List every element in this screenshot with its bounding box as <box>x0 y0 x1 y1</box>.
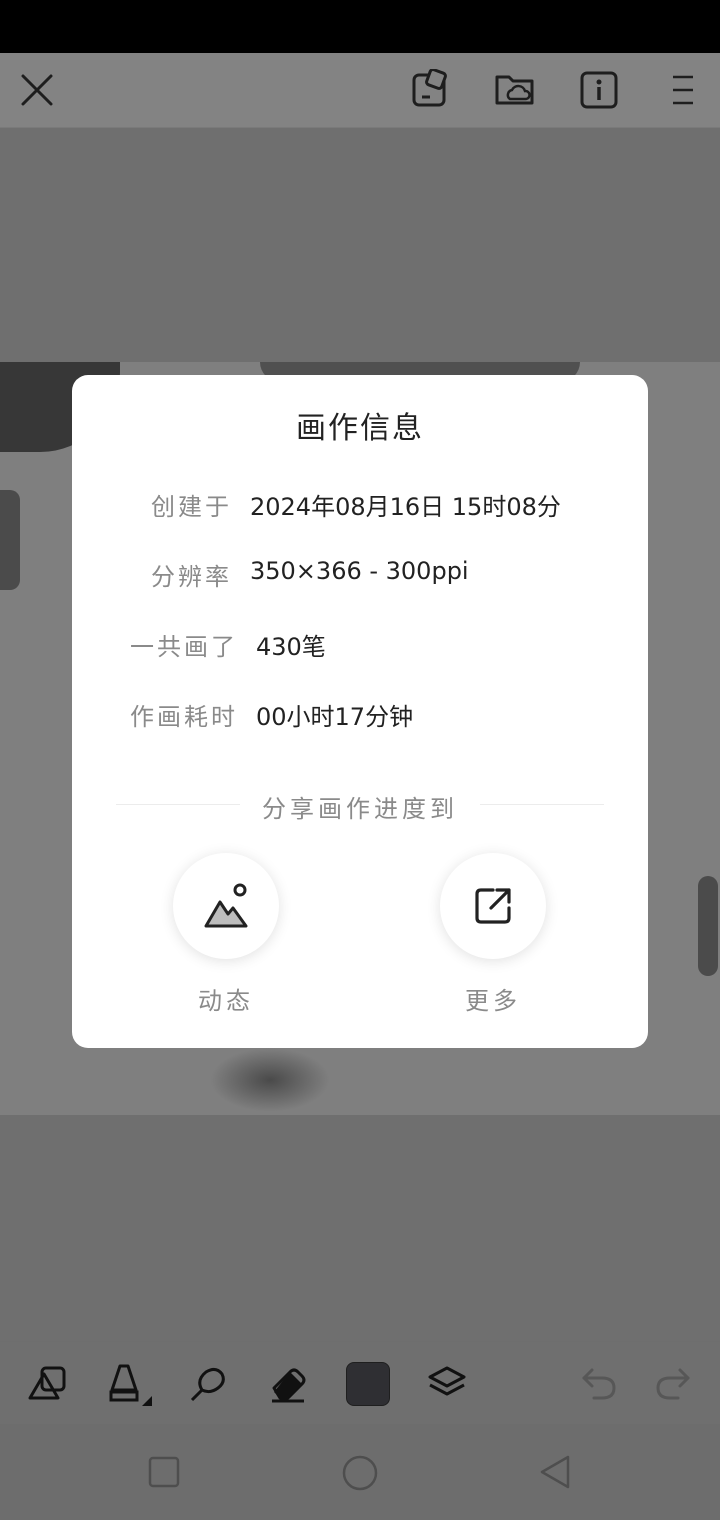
artwork-stroke <box>210 1048 330 1112</box>
created-value: 2024年08月16日 15时08分 <box>250 493 561 521</box>
stroke-count-label: 一共画了 <box>130 633 238 661</box>
share-progress-label: 分享画作进度到 <box>262 795 458 823</box>
status-bar <box>0 0 720 53</box>
top-toolbar <box>0 53 720 128</box>
share-to-feed-label: 动态 <box>198 987 254 1015</box>
stroke-count-value: 430笔 <box>256 633 326 661</box>
undo-icon[interactable] <box>580 1366 618 1402</box>
back-button[interactable] <box>538 1454 572 1490</box>
system-nav-bar <box>0 1424 720 1520</box>
resolution-value: 350×366 - 300ppi <box>250 557 469 585</box>
created-label: 创建于 <box>151 493 232 521</box>
mountain-image-icon <box>202 882 250 930</box>
smudge-tool-icon[interactable] <box>188 1364 228 1404</box>
shapes-tool-icon[interactable] <box>28 1364 68 1402</box>
dialog-title: 画作信息 <box>296 411 424 446</box>
artwork-info-dialog: 画作信息 创建于 2024年08月16日 15时08分 分辨率 350×366 … <box>72 375 648 1048</box>
color-swatch[interactable] <box>346 1362 390 1406</box>
resolution-label: 分辨率 <box>151 563 232 591</box>
menu-icon[interactable] <box>670 73 696 107</box>
info-icon[interactable] <box>580 71 618 109</box>
bottom-toolbar <box>0 1342 720 1424</box>
eraser-tool-icon[interactable] <box>268 1364 308 1404</box>
recent-apps-button[interactable] <box>148 1456 180 1488</box>
opacity-slider[interactable] <box>698 876 718 976</box>
layers-icon[interactable] <box>426 1364 468 1404</box>
drawing-time-label: 作画耗时 <box>130 703 238 731</box>
redo-icon[interactable] <box>654 1366 692 1402</box>
brush-size-slider[interactable] <box>0 490 20 590</box>
drawing-time-value: 00小时17分钟 <box>256 703 414 731</box>
home-button[interactable] <box>341 1454 379 1492</box>
share-more-button[interactable] <box>440 853 546 959</box>
close-icon[interactable] <box>20 73 54 107</box>
external-share-icon <box>473 886 513 926</box>
cloud-folder-icon[interactable] <box>494 69 536 109</box>
edit-export-icon[interactable] <box>410 69 450 109</box>
share-more-label: 更多 <box>465 987 521 1015</box>
share-to-feed-button[interactable] <box>173 853 279 959</box>
brush-tool-icon[interactable] <box>108 1360 154 1408</box>
